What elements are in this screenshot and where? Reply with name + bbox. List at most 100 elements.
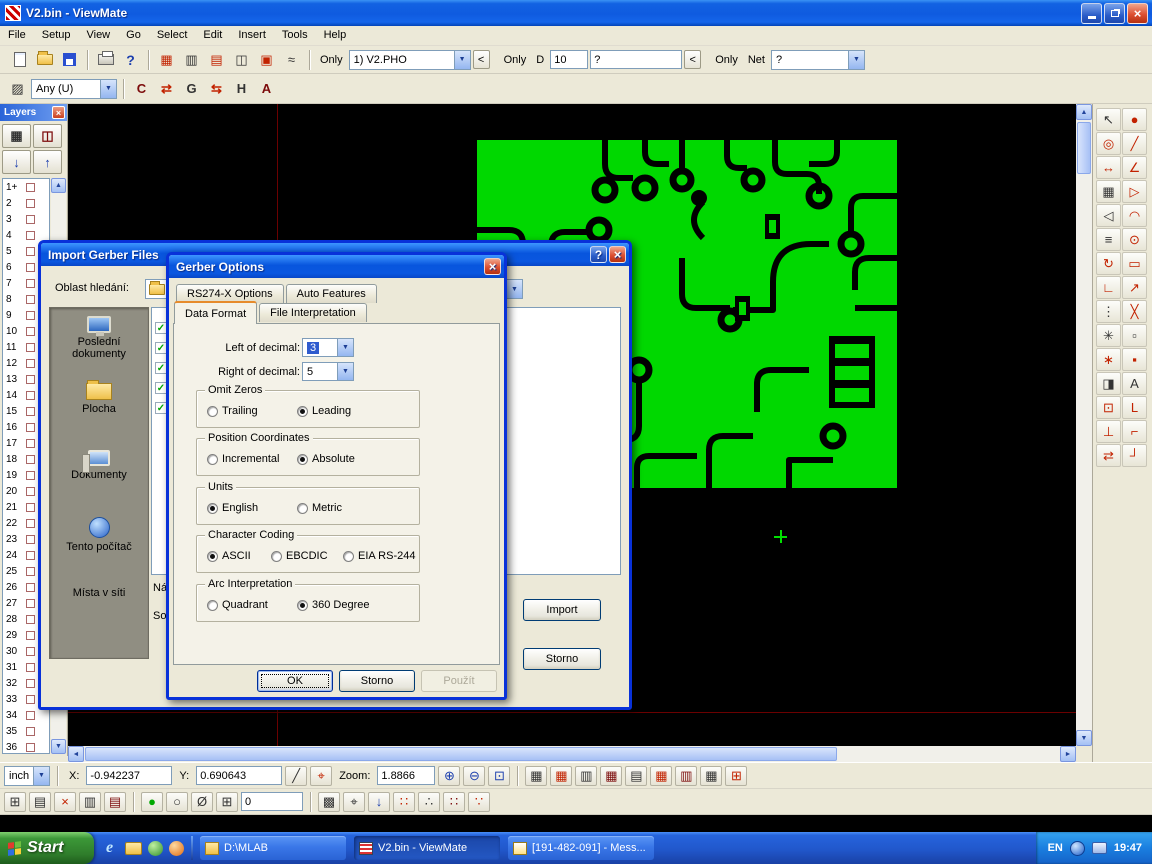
restore-button[interactable] — [1104, 3, 1125, 24]
toolbar-view-button[interactable]: ▦ — [155, 49, 178, 71]
places-bar-item[interactable]: Místa v síti — [50, 587, 148, 654]
pattern-tool-button[interactable]: ⌖ — [343, 792, 365, 812]
grid-tool-button[interactable]: × — [54, 792, 76, 812]
grid-tool-button[interactable]: ▥ — [79, 792, 101, 812]
layer-row[interactable]: 1+ — [3, 179, 49, 195]
quadrant-grid-button[interactable]: ▤ — [625, 766, 647, 786]
drawing-tool-button[interactable]: ▷ — [1122, 180, 1147, 203]
radio-absolute[interactable]: Absolute — [297, 453, 355, 465]
radio-icon[interactable] — [271, 551, 282, 562]
layer-color-swatch[interactable] — [26, 711, 35, 720]
layer-color-swatch[interactable] — [26, 503, 35, 512]
horizontal-scroll-thumb[interactable] — [85, 747, 837, 761]
scroll-left-icon[interactable]: ◄ — [68, 746, 84, 762]
radio-incremental[interactable]: Incremental — [207, 453, 279, 465]
import-cancel-button[interactable]: Storno — [523, 648, 601, 670]
scroll-down-icon[interactable]: ▼ — [51, 739, 66, 754]
internet-explorer-icon[interactable]: e — [100, 839, 119, 858]
layer-row[interactable]: 36 — [3, 739, 49, 754]
drawing-tool-button[interactable]: ⌐ — [1122, 420, 1147, 443]
zoom-input[interactable] — [377, 766, 435, 785]
scroll-right-icon[interactable]: ► — [1060, 746, 1076, 762]
drawing-tool-button[interactable]: ⊡ — [1096, 396, 1121, 419]
x-coordinate-input[interactable] — [86, 766, 172, 785]
grid-tool-button[interactable]: ⊞ — [4, 792, 26, 812]
y-coordinate-input[interactable] — [196, 766, 282, 785]
zoom-tool-button[interactable]: ⊡ — [488, 766, 510, 786]
layer-color-swatch[interactable] — [26, 519, 35, 528]
taskbar-task-button[interactable]: V2.bin - ViewMate — [354, 836, 500, 860]
layer-color-swatch[interactable] — [26, 743, 35, 752]
toolbar-view-button[interactable]: ≈ — [280, 49, 303, 71]
radio-english[interactable]: English — [207, 502, 258, 514]
layer-color-swatch[interactable] — [26, 327, 35, 336]
quadrant-grid-button[interactable]: ▦ — [550, 766, 572, 786]
drawing-tool-button[interactable]: ∠ — [1122, 156, 1147, 179]
drawing-tool-button[interactable]: ╳ — [1122, 300, 1147, 323]
drawing-tool-button[interactable]: ↗ — [1122, 276, 1147, 299]
layer-color-swatch[interactable] — [26, 487, 35, 496]
drawing-tool-button[interactable]: ⊥ — [1096, 420, 1121, 443]
toolbar-view-button[interactable]: ▤ — [205, 49, 228, 71]
radio-ebcdic[interactable]: EBCDIC — [271, 550, 328, 562]
shield-icon[interactable] — [148, 841, 163, 856]
toolbar-view-button[interactable]: ◫ — [230, 49, 253, 71]
drawing-tool-button[interactable]: ▦ — [1096, 180, 1121, 203]
drawing-tool-button[interactable]: ✳ — [1096, 324, 1121, 347]
radio-quadrant[interactable]: Quadrant — [207, 599, 268, 611]
layer-move-up-button[interactable]: ↑ — [33, 150, 62, 174]
tab-file-interpretation[interactable]: File Interpretation — [259, 303, 367, 322]
selection-tool-button[interactable]: C — [130, 78, 153, 100]
menu-item[interactable]: Insert — [230, 26, 274, 45]
places-bar-item[interactable]: Plocha — [50, 383, 148, 450]
drawing-tool-button[interactable]: ◎ — [1096, 132, 1121, 155]
dialog-help-button[interactable]: ? — [590, 246, 607, 263]
only-net-toggle[interactable]: Only — [715, 54, 738, 66]
radio-icon[interactable] — [297, 454, 308, 465]
selection-tool-button[interactable]: H — [230, 78, 253, 100]
radio-trailing[interactable]: Trailing — [207, 405, 258, 417]
start-button[interactable]: Start — [0, 832, 94, 864]
selection-mode-button[interactable]: ▨ — [6, 78, 29, 100]
drawing-tool-button[interactable]: ┘ — [1122, 444, 1147, 467]
chevron-down-icon[interactable]: ▼ — [33, 767, 49, 785]
quadrant-grid-button[interactable]: ▥ — [675, 766, 697, 786]
radio-360-degree[interactable]: 360 Degree — [297, 599, 370, 611]
zoom-tool-button[interactable]: ⊖ — [463, 766, 485, 786]
horizontal-scrollbar[interactable]: ◄ ► — [68, 746, 1076, 762]
layer-color-swatch[interactable] — [26, 359, 35, 368]
layer-color-swatch[interactable] — [26, 295, 35, 304]
layer-colors-button[interactable]: ◫ — [33, 124, 62, 148]
layer-color-swatch[interactable] — [26, 695, 35, 704]
radio-icon[interactable] — [207, 454, 218, 465]
drawing-tool-button[interactable]: ⋮ — [1096, 300, 1121, 323]
radio-icon[interactable] — [297, 406, 308, 417]
places-bar-item[interactable]: Poslední dokumenty — [50, 316, 148, 383]
layer-color-swatch[interactable] — [26, 343, 35, 352]
layer-color-swatch[interactable] — [26, 439, 35, 448]
grid-tool-button[interactable]: ▤ — [104, 792, 126, 812]
context-help-button[interactable]: ? — [119, 49, 142, 71]
menu-item[interactable]: Setup — [34, 26, 79, 45]
cancel-button[interactable]: Storno — [339, 670, 415, 692]
chevron-down-icon[interactable]: ▼ — [506, 280, 522, 298]
chevron-down-icon[interactable]: ▼ — [337, 339, 353, 356]
right-of-decimal-combo[interactable]: 5 ▼ — [302, 362, 354, 381]
language-indicator[interactable]: EN — [1048, 842, 1063, 854]
drawing-tool-button[interactable]: ▫ — [1122, 324, 1147, 347]
new-file-button[interactable] — [8, 49, 31, 71]
layer-color-swatch[interactable] — [26, 279, 35, 288]
layer-color-swatch[interactable] — [26, 679, 35, 688]
quadrant-grid-button[interactable]: ▦ — [600, 766, 622, 786]
toolbar-view-button[interactable]: ▣ — [255, 49, 278, 71]
layer-color-swatch[interactable] — [26, 215, 35, 224]
snap-tool-button[interactable]: ● — [141, 792, 163, 812]
drawing-tool-button[interactable]: ◁ — [1096, 204, 1121, 227]
layer-row[interactable]: 35 — [3, 723, 49, 739]
radio-ascii[interactable]: ASCII — [207, 550, 251, 562]
chevron-down-icon[interactable]: ▼ — [100, 80, 116, 98]
drawing-tool-button[interactable]: ▪ — [1122, 348, 1147, 371]
menu-item[interactable]: Select — [149, 26, 196, 45]
layer-color-swatch[interactable] — [26, 231, 35, 240]
pattern-tool-button[interactable]: ∷ — [393, 792, 415, 812]
